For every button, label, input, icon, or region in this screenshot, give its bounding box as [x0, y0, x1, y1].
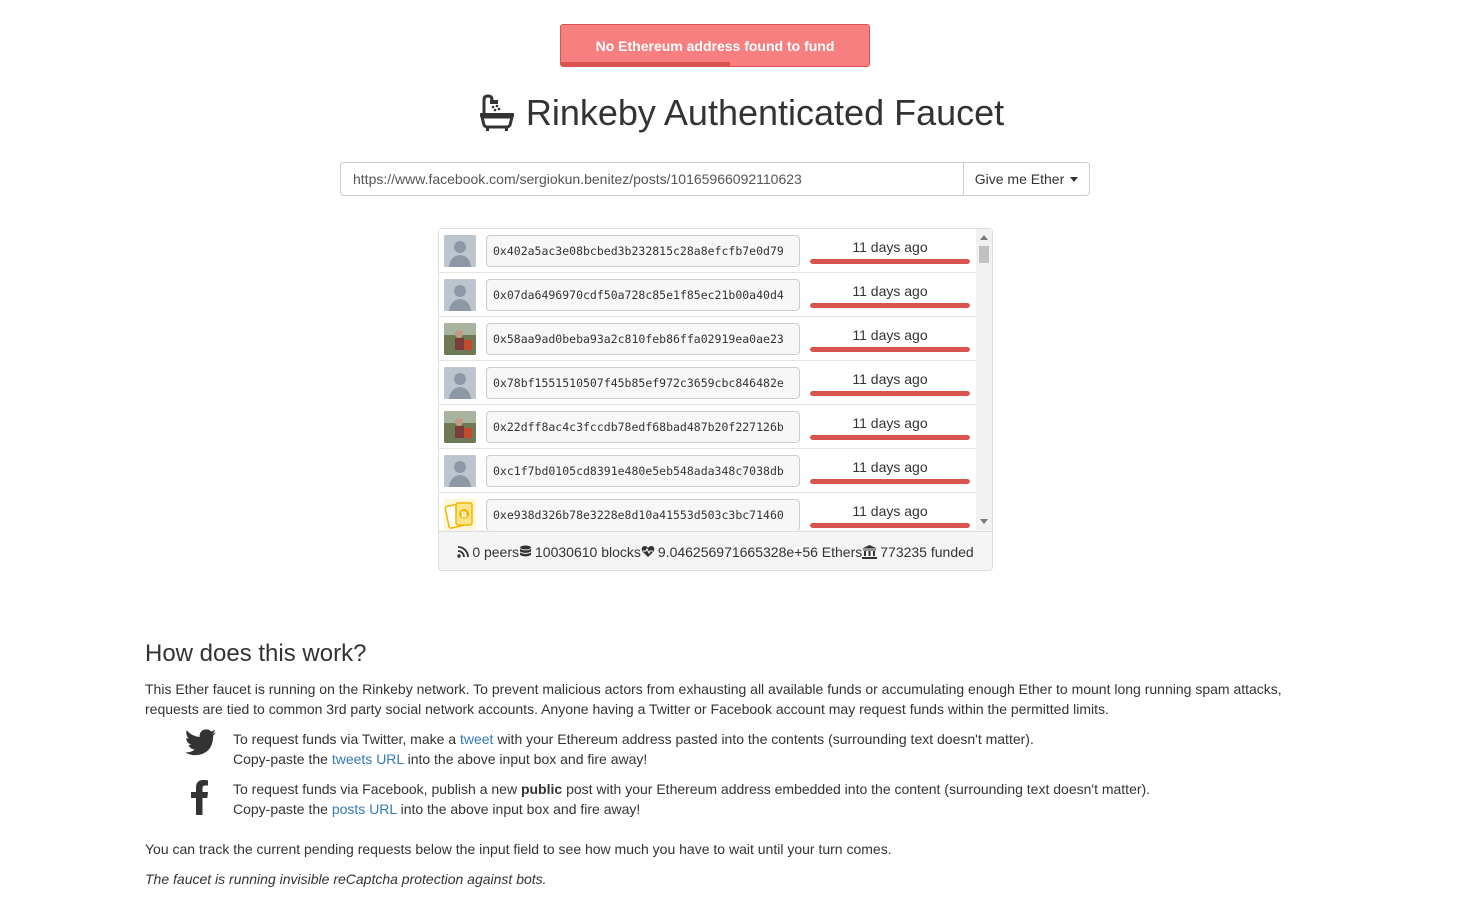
stats-footer: 0 peers 10030610 blocks 9.04625697166532…	[439, 531, 992, 571]
facebook-bold-text: public	[520, 781, 563, 797]
request-time: 11 days ago	[852, 327, 928, 343]
request-address[interactable]: 0x402a5ac3e08bcbed3b232815c28a8efcfb7e0d…	[486, 235, 800, 267]
request-row: 0x58aa9ad0beba93a2c810feb86ffa02919ea0ae…	[439, 317, 976, 361]
posts-url-link[interactable]: posts URL	[332, 801, 397, 817]
request-progress-fill	[810, 259, 970, 264]
heartbeat-icon	[641, 546, 655, 557]
twitter-icon	[185, 729, 219, 769]
request-address[interactable]: 0x58aa9ad0beba93a2c810feb86ffa02919ea0ae…	[486, 323, 800, 355]
request-progress-bar	[810, 479, 970, 484]
twitter-line2-post: into the above input box and fire away!	[403, 751, 648, 767]
default-avatar	[444, 367, 476, 399]
photo-avatar	[444, 323, 476, 355]
request-progress-bar	[810, 391, 970, 396]
request-time: 11 days ago	[852, 239, 928, 255]
facebook-post-text: post with your Ethereum address embedded…	[562, 781, 1151, 797]
facebook-line2-pre: Copy-paste the	[233, 801, 332, 817]
howto-heading: How does this work?	[145, 640, 367, 667]
page-title: Rinkeby Authenticated Faucet	[0, 92, 1482, 134]
facebook-pre-text: To request funds via Facebook, publish a…	[233, 781, 521, 797]
twitter-line1: To request funds via Twitter, make a twe…	[233, 729, 1283, 749]
request-address[interactable]: 0xc1f7bd0105cd8391e480e5eb548ada348c7038…	[486, 455, 800, 487]
requests-panel: 0x402a5ac3e08bcbed3b232815c28a8efcfb7e0d…	[438, 228, 993, 571]
funded-text: 773235 funded	[880, 543, 974, 560]
requests-list[interactable]: 0x402a5ac3e08bcbed3b232815c28a8efcfb7e0d…	[439, 229, 976, 530]
track-requests-text: You can track the current pending reques…	[145, 841, 892, 857]
request-progress-fill	[810, 347, 970, 352]
request-progress-bar	[810, 259, 970, 264]
caret-down-icon	[1070, 176, 1079, 182]
request-progress-bar	[810, 303, 970, 308]
svg-text:B: B	[461, 511, 467, 520]
default-avatar	[444, 455, 476, 487]
facebook-line2: Copy-paste the posts URL into the above …	[233, 799, 1283, 819]
request-row: 0x402a5ac3e08bcbed3b232815c28a8efcfb7e0d…	[439, 229, 976, 273]
request-progress-fill	[810, 523, 970, 528]
funded-stat: 773235 funded	[862, 543, 974, 560]
tweet-link[interactable]: tweet	[460, 731, 493, 747]
request-time: 11 days ago	[852, 283, 928, 299]
bath-icon	[478, 94, 516, 132]
facebook-line2-post: into the above input box and fire away!	[396, 801, 641, 817]
alert-timer-bar	[561, 62, 731, 66]
request-address[interactable]: 0xe938d326b78e3228e8d10a41553d503c3bc714…	[486, 499, 800, 530]
default-avatar	[444, 235, 476, 267]
request-row: 0x07da6496970cdf50a728c85e1f85ec21b00a40…	[439, 273, 976, 317]
bank-icon	[862, 544, 878, 559]
tweets-url-link[interactable]: tweets URL	[332, 751, 404, 767]
request-progress-bar	[810, 347, 970, 352]
alert-banner: No Ethereum address found to fund	[560, 24, 870, 67]
fund-request-form: Give me Ether	[340, 162, 1090, 196]
request-row: 0x22dff8ac4c3fccdb78edf68bad487b20f22712…	[439, 405, 976, 449]
peers-stat: 0 peers	[457, 544, 519, 560]
rss-icon	[457, 545, 470, 558]
twitter-line2: Copy-paste the tweets URL into the above…	[233, 749, 1283, 769]
request-progress-fill	[810, 303, 970, 308]
blocks-stat: 10030610 blocks	[519, 544, 641, 560]
facebook-icon	[185, 779, 219, 819]
give-me-ether-label: Give me Ether	[974, 171, 1065, 187]
request-progress-bar	[810, 435, 970, 440]
requests-scrollbar[interactable]	[976, 229, 992, 530]
give-me-ether-button[interactable]: Give me Ether	[963, 162, 1090, 196]
ethers-text: 9.046256971665328e+56 Ethers	[657, 543, 863, 560]
request-row: B 0xe938d326b78e3228e8d10a41553d503c3bc71…	[439, 493, 976, 530]
blocks-text: 10030610 blocks	[535, 543, 641, 560]
request-progress-fill	[810, 479, 970, 484]
alert-message: No Ethereum address found to fund	[595, 37, 835, 54]
request-progress-fill	[810, 435, 970, 440]
scroll-down-arrow-icon[interactable]	[980, 519, 988, 524]
request-progress-bar	[810, 523, 970, 528]
howto-section: How does this work? This Ether faucet is…	[145, 640, 1345, 887]
scroll-up-arrow-icon[interactable]	[980, 235, 988, 240]
scroll-thumb[interactable]	[979, 246, 989, 263]
request-address[interactable]: 0x22dff8ac4c3fccdb78edf68bad487b20f22712…	[486, 411, 800, 443]
request-time: 11 days ago	[852, 371, 928, 387]
social-url-input[interactable]	[340, 162, 963, 196]
peers-text: 0 peers	[472, 543, 520, 560]
twitter-pre-text: To request funds via Twitter, make a	[233, 731, 460, 747]
request-time: 11 days ago	[852, 503, 928, 519]
ethers-stat: 9.046256971665328e+56 Ethers	[641, 544, 862, 560]
default-avatar	[444, 279, 476, 311]
bitcoin-avatar: B	[444, 499, 476, 530]
captcha-note: The faucet is running invisible reCaptch…	[145, 871, 547, 887]
facebook-line1: To request funds via Facebook, publish a…	[233, 779, 1283, 799]
twitter-post-text: with your Ethereum address pasted into t…	[493, 731, 1034, 747]
title-text: Rinkeby Authenticated Faucet	[525, 92, 1005, 133]
photo-avatar	[444, 411, 476, 443]
request-progress-fill	[810, 391, 970, 396]
request-row: 0x78bf1551510507f45b85ef972c3659cbc84648…	[439, 361, 976, 405]
database-icon	[520, 545, 532, 556]
howto-intro: This Ether faucet is running on the Rink…	[145, 681, 1282, 717]
request-address[interactable]: 0x07da6496970cdf50a728c85e1f85ec21b00a40…	[486, 279, 800, 311]
request-time: 11 days ago	[852, 415, 928, 431]
twitter-line2-pre: Copy-paste the	[233, 751, 332, 767]
request-time: 11 days ago	[852, 459, 928, 475]
request-row: 0xc1f7bd0105cd8391e480e5eb548ada348c7038…	[439, 449, 976, 493]
request-address[interactable]: 0x78bf1551510507f45b85ef972c3659cbc84648…	[486, 367, 800, 399]
